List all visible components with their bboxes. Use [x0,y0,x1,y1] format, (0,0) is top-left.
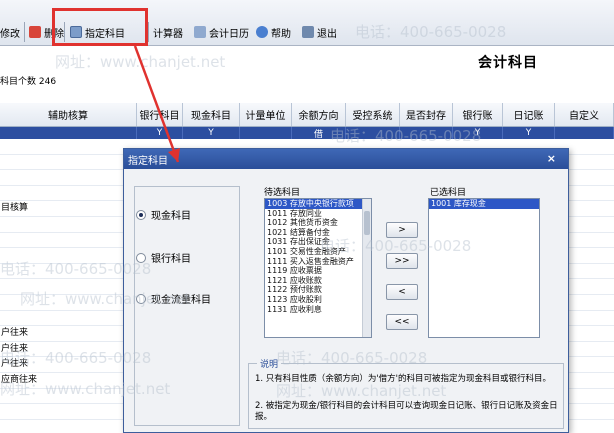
callout-arrow [133,45,180,163]
